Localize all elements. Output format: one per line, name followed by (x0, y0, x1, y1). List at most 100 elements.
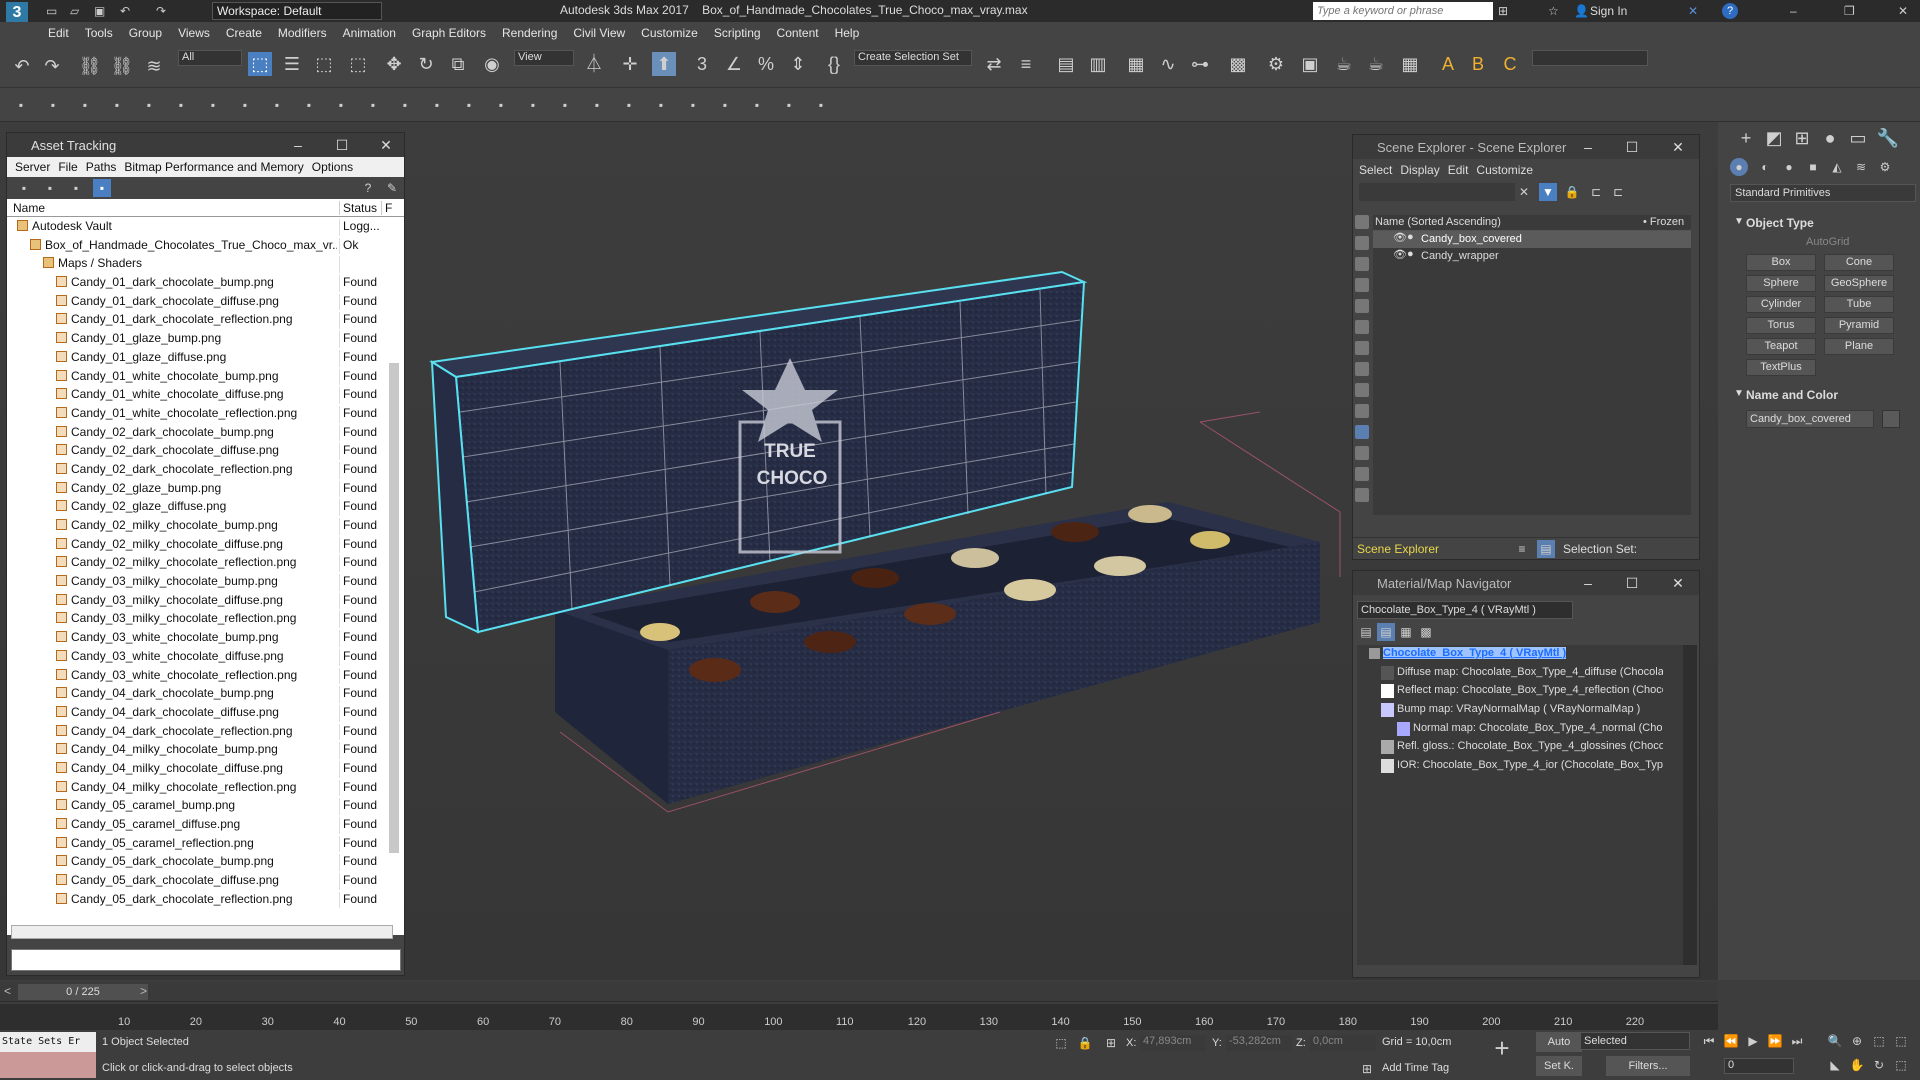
material-root[interactable]: Chocolate_Box_Type_4 ( VRayMtl ) (1357, 645, 1683, 664)
select-by-name-icon[interactable]: ☰ (280, 52, 304, 76)
scene-menu-item[interactable]: Display (1400, 163, 1439, 177)
maxscript-listener[interactable] (0, 1052, 96, 1078)
menu-item[interactable]: Edit (48, 26, 69, 40)
go-end-icon[interactable]: ⏭ (1788, 1032, 1806, 1050)
object-name-field[interactable]: Candy_box_covered (1746, 410, 1874, 428)
close-icon[interactable]: ✕ (1898, 4, 1908, 18)
set-key-big-icon[interactable]: + (1490, 1035, 1514, 1061)
bone-filter-icon[interactable] (1355, 362, 1369, 376)
layers-icon[interactable]: ⊏ (1609, 183, 1627, 201)
menu-item[interactable]: Tools (85, 26, 113, 40)
primitive-button[interactable]: Box (1746, 254, 1816, 271)
orbit-icon[interactable]: ↻ (1870, 1056, 1888, 1074)
isolate-icon[interactable]: ⬚ (1052, 1034, 1070, 1052)
col-frozen[interactable]: • Frozen (1643, 216, 1684, 228)
minimize-icon[interactable]: – (1790, 4, 1797, 18)
layer-tool-icon[interactable]: ▪ (76, 96, 94, 114)
open-icon[interactable]: ▱ (70, 4, 79, 18)
zoom-extents-all-icon[interactable]: ⬚ (1892, 1032, 1910, 1050)
list-icon[interactable]: ▪ (67, 179, 85, 197)
gear-tool-icon[interactable]: ▪ (780, 96, 798, 114)
cyl-tool-icon[interactable]: ▪ (364, 96, 382, 114)
play-icon[interactable]: ▶ (1744, 1032, 1762, 1050)
visibility-icon[interactable]: 👁 (1393, 248, 1407, 261)
save-icon[interactable]: ▣ (94, 4, 105, 18)
systems-icon[interactable]: ⚙ (1876, 158, 1894, 176)
asset-row[interactable]: Candy_03_milky_chocolate_reflection.png F… (7, 609, 404, 629)
menu-item[interactable]: Scripting (714, 26, 761, 40)
map-slot[interactable]: IOR: Chocolate_Box_Type_4_ior (Chocolate… (1357, 757, 1683, 776)
snap-3d-icon[interactable]: 3 (690, 52, 714, 76)
schematic-view-icon[interactable]: ⊶ (1188, 52, 1212, 76)
rotate-icon[interactable]: ↻ (414, 52, 438, 76)
next-key-icon[interactable]: ⏩ (1766, 1032, 1784, 1050)
asset-row[interactable]: Candy_04_milky_chocolate_diffuse.png Foun… (7, 759, 404, 778)
select-tool-icon[interactable]: ▪ (140, 96, 158, 114)
map-slot[interactable]: Refl. gloss.: Chocolate_Box_Type_4_gloss… (1357, 738, 1683, 757)
spacewarps-icon[interactable]: ≋ (1852, 158, 1870, 176)
binoculars-icon[interactable]: ⊞ (1498, 4, 1508, 18)
teapot-filter-icon[interactable] (1355, 236, 1369, 250)
new-icon[interactable]: ▭ (46, 4, 57, 18)
close-icon[interactable]: ✕ (1663, 135, 1693, 159)
redo-icon[interactable]: ↷ (156, 4, 166, 18)
search-input[interactable] (1313, 2, 1493, 20)
explorer-name[interactable]: Scene Explorer (1357, 542, 1439, 556)
window-crossing-icon[interactable]: ⬚ (346, 52, 370, 76)
asset-row[interactable]: Candy_02_milky_chocolate_diffuse.png Foun… (7, 535, 404, 554)
asset-row[interactable]: Box_of_Handmade_Chocolates_True_Choco_ma… (7, 236, 404, 255)
asset-menu-item[interactable]: Server (15, 160, 50, 174)
asset-row[interactable]: Candy_01_white_chocolate_reflection.png F… (7, 404, 404, 423)
object-type-rollout[interactable]: Object Type (1746, 216, 1814, 230)
percent-snap-icon[interactable]: % (754, 52, 778, 76)
zoom-extents-icon[interactable]: ⬚ (1870, 1032, 1888, 1050)
absolute-mode-icon[interactable]: ⊞ (1102, 1034, 1120, 1052)
menu-item[interactable]: Group (129, 26, 162, 40)
scene-menu-item[interactable]: Customize (1476, 163, 1533, 177)
render-icon[interactable]: ☕ (1332, 52, 1356, 76)
current-frame-field[interactable]: 0 (1724, 1058, 1794, 1074)
maximize-icon[interactable]: ☐ (327, 133, 357, 157)
align-icon[interactable]: ≡ (1014, 52, 1038, 76)
lock-icon[interactable]: 🔒 (1563, 183, 1581, 201)
layer-explorer-icon[interactable]: ▥ (1086, 52, 1110, 76)
large-icons-view-icon[interactable]: ▩ (1417, 623, 1435, 641)
box-tool-icon[interactable]: ▪ (44, 96, 62, 114)
asset-row[interactable]: Candy_02_milky_chocolate_bump.png Found (7, 516, 404, 535)
group-filter-icon[interactable] (1355, 341, 1369, 355)
primitive-button[interactable]: Pyramid (1824, 317, 1894, 334)
workspace-field[interactable] (1532, 50, 1648, 66)
asset-row[interactable]: Candy_01_white_chocolate_bump.png Found (7, 367, 404, 386)
doc-filter-icon[interactable] (1355, 488, 1369, 502)
prev-key-icon[interactable]: ⏪ (1722, 1032, 1740, 1050)
visibility-filter-icon[interactable] (1355, 425, 1369, 439)
auto-key-button[interactable]: Auto (1536, 1032, 1582, 1052)
current-material-field[interactable]: Chocolate_Box_Type_4 ( VRayMtl ) (1357, 601, 1573, 619)
primitive-button[interactable]: Tube (1824, 296, 1894, 313)
asset-menu-item[interactable]: Bitmap Performance and Memory (124, 160, 303, 174)
maximize-icon[interactable]: ☐ (1617, 135, 1647, 159)
fov-icon[interactable]: ◣ (1826, 1056, 1844, 1074)
camera-filter-icon[interactable] (1355, 278, 1369, 292)
set-key-button[interactable]: Set K. (1536, 1056, 1582, 1076)
redo-icon[interactable]: ↷ (40, 54, 64, 78)
globe-tool-icon[interactable]: ▪ (684, 96, 702, 114)
menu-item[interactable]: Modifiers (278, 26, 327, 40)
grass-tool-icon[interactable]: ▪ (652, 96, 670, 114)
particle-tool-icon[interactable]: ▪ (556, 96, 574, 114)
map-slot[interactable]: Reflect map: Chocolate_Box_Type_4_reflec… (1357, 682, 1683, 701)
pin-icon[interactable]: ✎ (383, 179, 401, 197)
pivot-icon[interactable]: ⏃ (582, 52, 606, 76)
z-coordinate[interactable]: 0,0cm (1310, 1035, 1376, 1051)
named-selection-icon[interactable]: {} (822, 52, 846, 76)
zoom-all-icon[interactable]: ⊕ (1848, 1032, 1866, 1050)
lights-icon[interactable]: ● (1780, 158, 1798, 176)
text-a-icon[interactable]: A (1436, 52, 1460, 76)
object-color-swatch[interactable] (1882, 410, 1900, 428)
cube-tool-icon[interactable]: ▪ (300, 96, 318, 114)
motion-tab-icon[interactable]: ● (1818, 126, 1842, 150)
menu-item[interactable]: Graph Editors (412, 26, 486, 40)
collapse-icon[interactable]: ▼ (1734, 388, 1744, 399)
scene-item[interactable]: 👁 ● Candy_wrapper (1373, 248, 1691, 265)
close-icon[interactable]: ✕ (371, 133, 401, 157)
